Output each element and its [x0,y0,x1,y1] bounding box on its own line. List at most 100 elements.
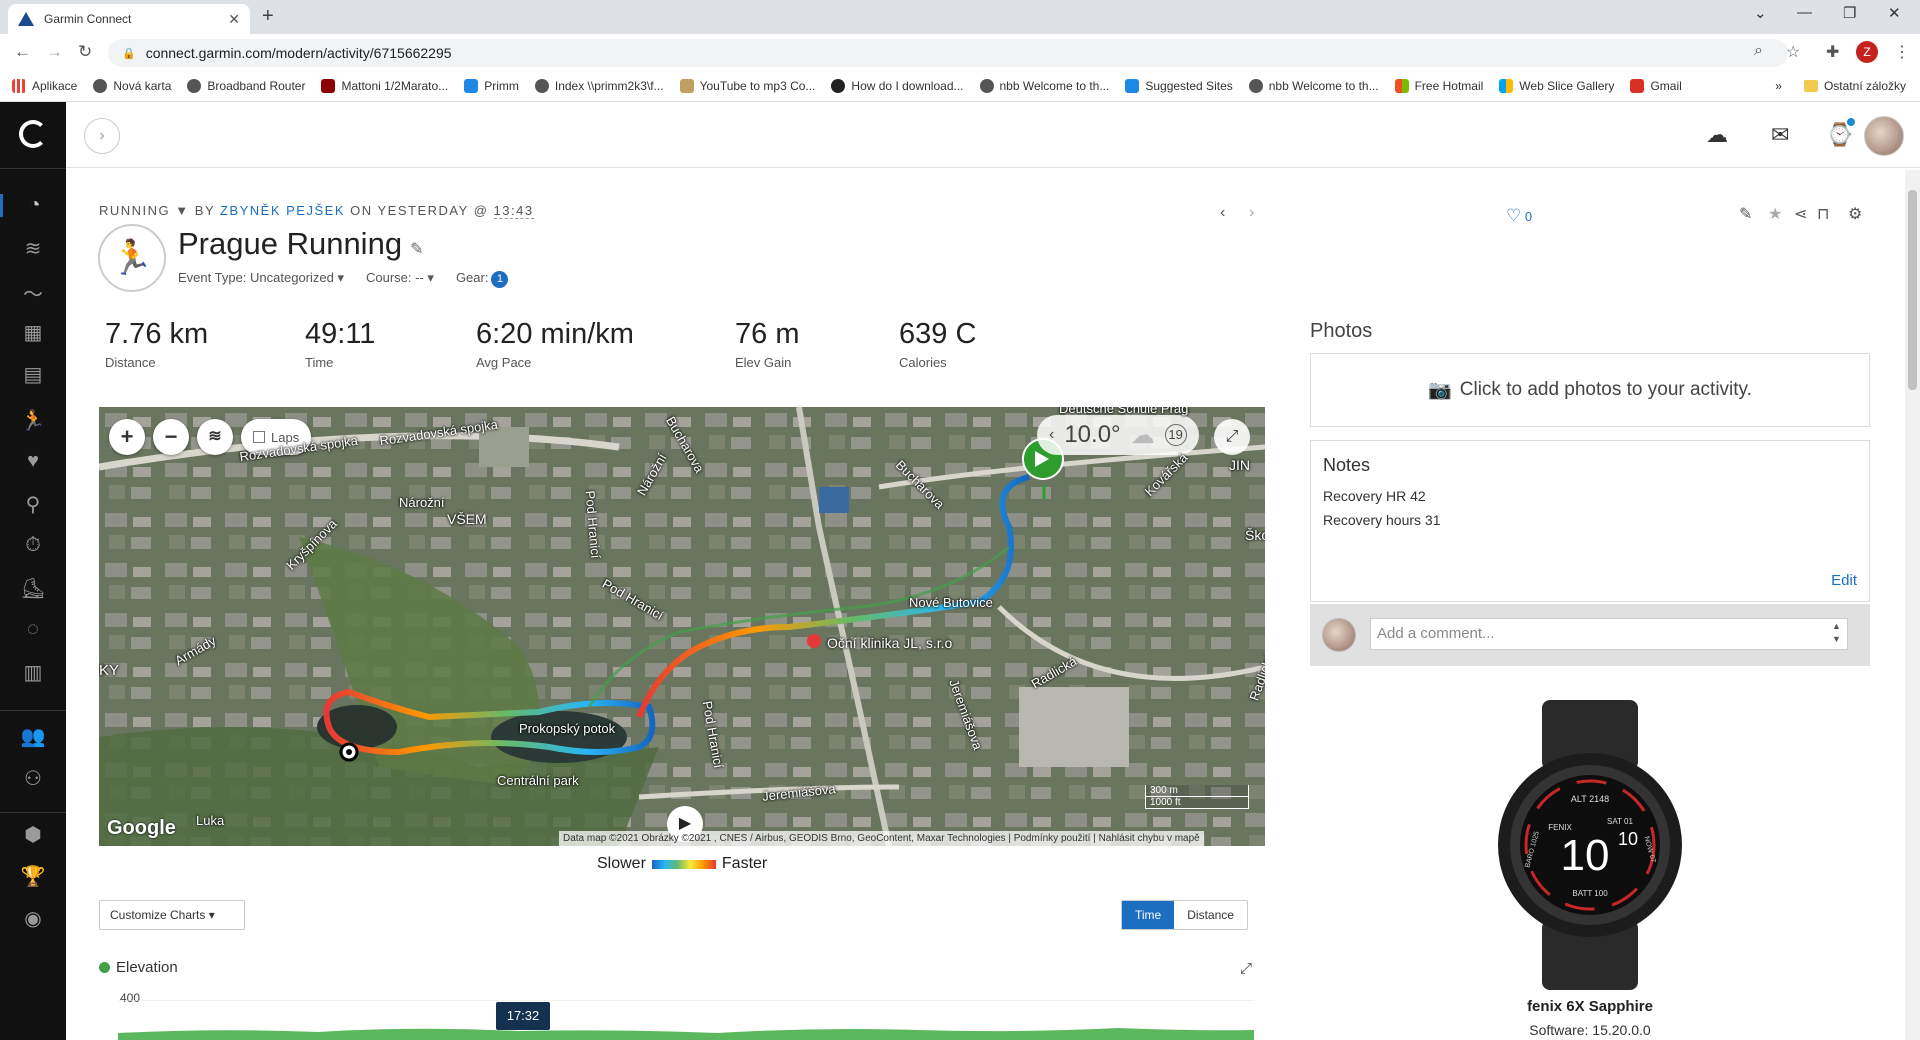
edit-icon[interactable]: ✎ [1739,204,1752,224]
globe-icon [93,78,108,93]
gear-settings-icon[interactable]: ⚙ [1848,204,1862,224]
youtube-mp3-icon [679,78,694,93]
new-tab-icon[interactable]: + [262,5,274,28]
forward-icon[interactable]: → [46,42,63,62]
url-field[interactable]: 🔒 connect.garmin.com/modern/activity/671… [108,39,1788,67]
connections-icon[interactable]: 👥 [0,724,66,749]
bookmark-item[interactable]: How do I download... [831,78,964,93]
settings-circle-icon[interactable]: ◉ [0,906,66,931]
bookmark-item[interactable]: Suggested Sites [1125,78,1233,93]
browser-menu-icon[interactable]: ⋮ [1894,42,1910,62]
news-icon[interactable]: ▤ [0,362,66,387]
previous-activity-icon[interactable]: ‹ [1220,204,1225,222]
activity-icon[interactable]: 🏃 [0,408,66,433]
customize-charts-button[interactable]: Customize Charts ▾ [99,900,245,930]
close-window-icon[interactable]: ✕ [1888,4,1901,22]
running-icon[interactable]: ⚲ [0,492,66,517]
badges-icon[interactable]: ⬢ [0,822,66,847]
map-layers-button[interactable]: ≋ [197,419,233,455]
next-activity-icon[interactable]: › [1249,204,1254,222]
heart-icon[interactable]: ♥ [0,450,66,473]
bookmark-item[interactable]: nbb Welcome to th... [1248,78,1379,93]
browser-profile-avatar[interactable]: Z [1856,41,1878,63]
laps-checkbox[interactable] [253,431,265,443]
upload-cloud-icon[interactable]: ☁ [1706,122,1728,148]
favorite-star-icon[interactable]: ★ [1768,204,1782,224]
dashboard-icon[interactable]: ◔ [0,194,66,217]
zoom-icon[interactable]: ⌕ [1754,42,1763,60]
privacy-lock-icon[interactable]: ⊓ [1817,204,1829,224]
cloud-icon: ☁ [1130,421,1155,449]
extensions-icon[interactable]: ✚ [1826,42,1839,62]
back-icon[interactable]: ← [14,42,31,62]
close-tab-icon[interactable]: ✕ [228,11,240,28]
watch-icon[interactable]: ⌚ [1826,122,1853,148]
restore-icon[interactable]: ❐ [1843,4,1856,22]
toggle-distance[interactable]: Distance [1174,901,1247,929]
comment-resize-icon[interactable]: ▲ ▼ [1832,620,1841,646]
tab-search-icon[interactable]: ⌄ [1754,4,1767,22]
bookmark-item[interactable]: Nová karta [93,78,171,93]
map-label: Deutsche Schule Prag [1059,407,1189,416]
toggle-time[interactable]: Time [1122,901,1175,929]
course-dropdown[interactable]: Course: -- ▾ [366,270,434,288]
browser-tab[interactable]: Garmin Connect ✕ [8,4,250,34]
expand-sidebar-button[interactable]: › [84,118,120,154]
bookmark-item[interactable]: YouTube to mp3 Co... [679,78,815,93]
bookmark-item[interactable]: Aplikace [12,78,77,93]
trend-icon[interactable]: 〜 [0,278,66,307]
bookmark-item[interactable]: Free Hotmail [1394,78,1483,93]
weather-prev-icon[interactable]: ‹ [1049,426,1054,444]
activity-type-dropdown[interactable]: RUNNING ▼ [99,203,190,218]
map-terms-link[interactable]: Podmínky použití [1014,833,1091,844]
address-bar: ← → ↻ 🔒 connect.garmin.com/modern/activi… [0,34,1920,70]
reports-icon[interactable]: ▥ [0,660,66,685]
insights-icon[interactable]: ◌ [0,618,66,641]
bookmark-item[interactable]: Web Slice Gallery [1499,78,1614,93]
minimize-icon[interactable]: — [1797,4,1812,21]
map-fullscreen-button[interactable]: ⤢ [1214,419,1250,455]
other-bookmarks[interactable]: Ostatní záložky [1824,79,1906,93]
scrollbar-thumb[interactable] [1908,190,1917,390]
sidebar-divider [0,710,66,711]
bookmark-item[interactable]: nbb Welcome to th... [979,78,1109,93]
bookmark-item[interactable]: Primm [464,78,519,93]
reload-icon[interactable]: ↻ [78,42,92,62]
bookmark-star-icon[interactable]: ☆ [1786,42,1800,62]
inbox-icon[interactable]: ✉ [1771,122,1789,148]
comment-input[interactable]: Add a comment... [1370,618,1848,650]
bookmark-item[interactable]: Mattoni 1/2Marato... [321,78,448,93]
zoom-out-button[interactable]: − [153,419,189,455]
event-type-dropdown[interactable]: Event Type: Uncategorized ▾ [178,270,344,288]
calendar-icon[interactable]: ▦ [0,320,66,345]
map-label: JIN [1229,457,1250,473]
activity-map[interactable]: + − ≋ Laps ‹ 10.0° ☁ 19 ⤢ Rozvadovská sp… [99,407,1265,846]
bookmark-item[interactable]: Index \\primm2k3\f... [534,78,664,93]
like-button[interactable]: ♡ 0 [1506,206,1532,226]
bookmark-item[interactable]: Broadband Router [187,78,305,93]
bookmark-item[interactable]: Gmail [1630,78,1682,93]
stopwatch-icon[interactable]: ⏱ [0,534,66,557]
activity-time[interactable]: 13:43 [493,203,534,219]
zoom-in-button[interactable]: + [109,419,145,455]
page-scrollbar[interactable] [1905,170,1920,1040]
groups-icon[interactable]: ⚇ [0,766,66,791]
notes-panel: Notes Recovery HR 42 Recovery hours 31 E… [1310,440,1870,602]
add-photos-area[interactable]: 📷 Click to add photos to your activity. [1310,353,1870,427]
sidebar-divider [0,168,66,169]
commenter-avatar [1322,618,1356,652]
share-icon[interactable]: ⋖ [1794,204,1807,224]
edit-title-icon[interactable]: ✎ [410,241,423,258]
layers-icon[interactable]: ≋ [0,236,66,261]
weather-widget[interactable]: ‹ 10.0° ☁ 19 [1037,415,1199,455]
notes-edit-link[interactable]: Edit [1831,572,1857,589]
bookmarks-more-icon[interactable]: » [1775,79,1782,93]
gear-selector[interactable]: Gear: 1 [456,270,509,288]
trophy-icon[interactable]: 🏆 [0,864,66,889]
shoe-icon[interactable]: ⛸ [0,576,66,601]
garmin-connect-logo[interactable] [19,120,47,148]
map-report-link[interactable]: Nahlásit chybu v mapě [1099,833,1200,844]
expand-chart-icon[interactable]: ⤢ [1240,960,1252,977]
author-link[interactable]: ZBYNĚK PEJŠEK [220,203,345,218]
user-avatar[interactable] [1864,116,1904,156]
